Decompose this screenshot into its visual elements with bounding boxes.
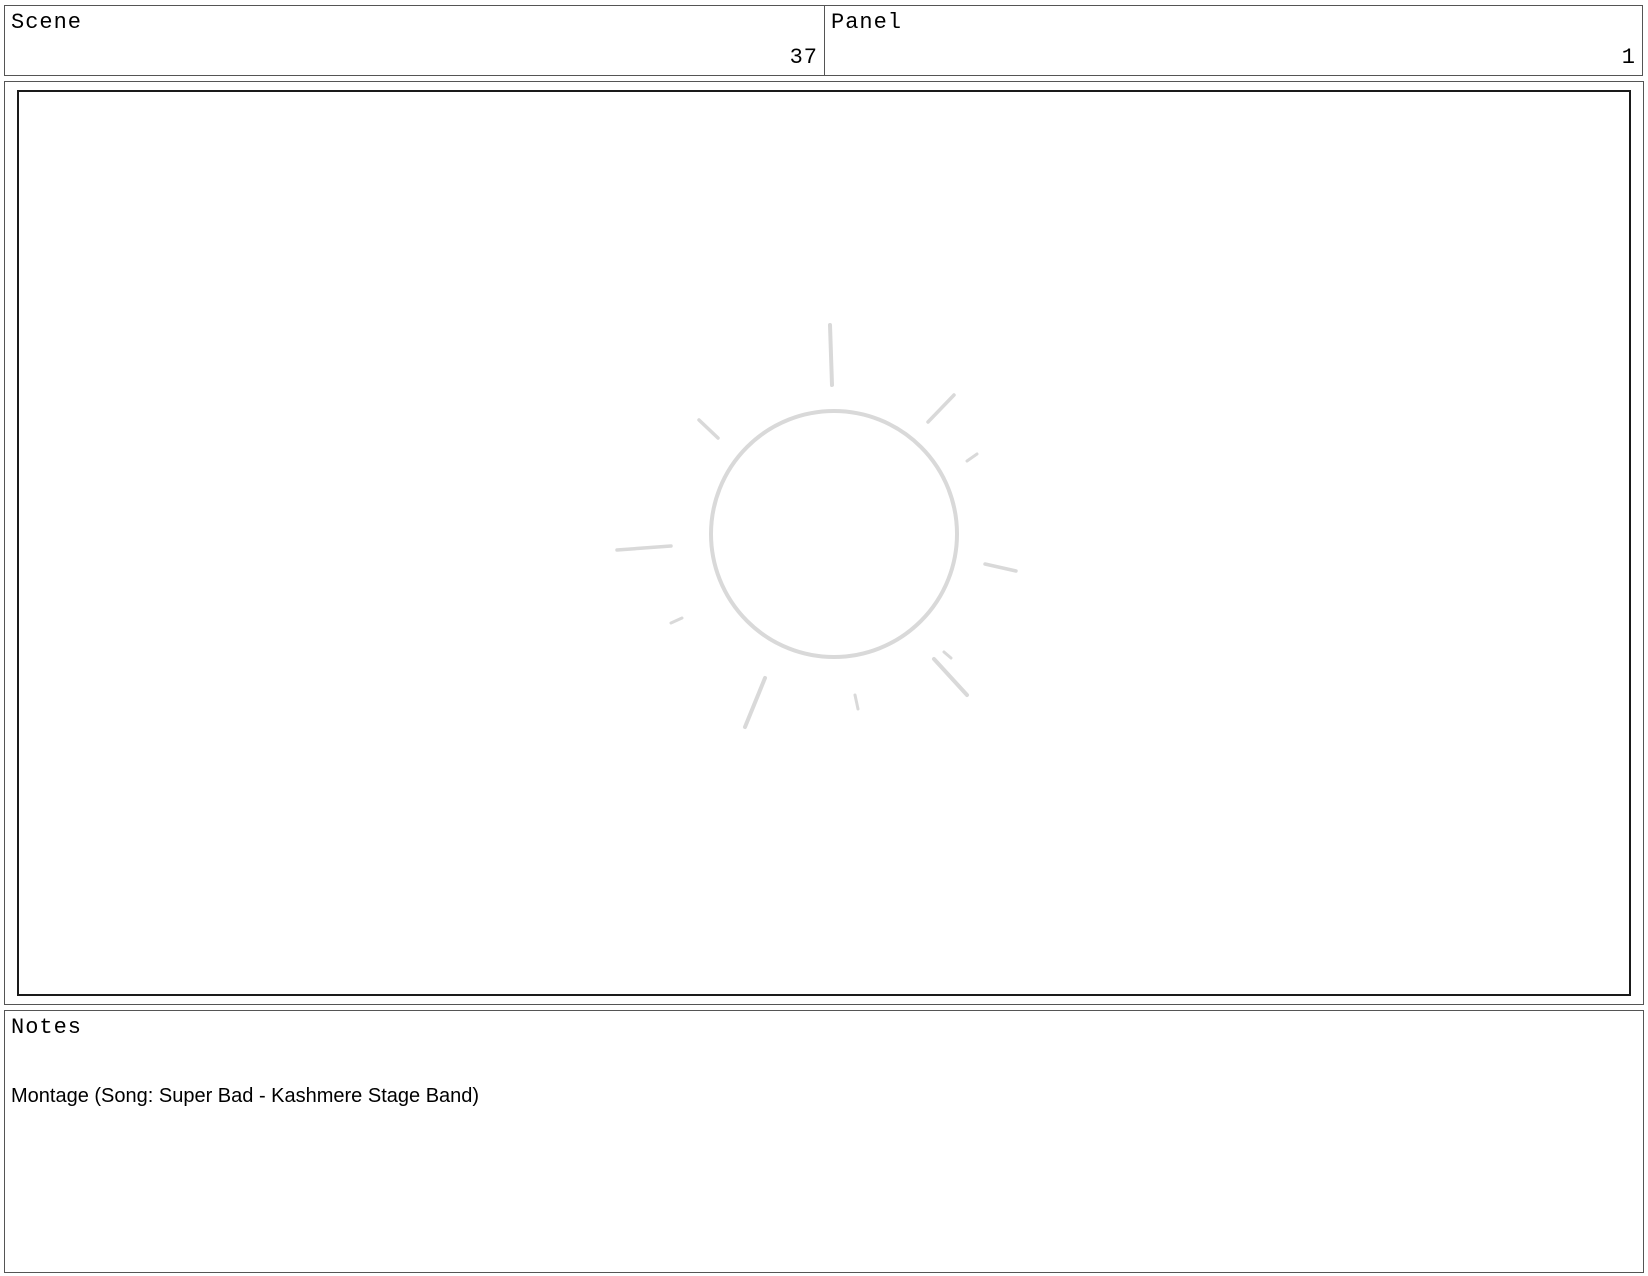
panel-label: Panel (831, 10, 903, 35)
sun-ray (942, 650, 953, 660)
sun-ray (932, 657, 969, 697)
sun-ray (743, 676, 767, 729)
panel-number: 1 (1621, 45, 1636, 70)
sun-ray (965, 452, 979, 463)
sun-circle (709, 409, 959, 659)
notes-field: Notes Montage (Song: Super Bad - Kashmer… (4, 1010, 1644, 1273)
scene-field: Scene 37 (4, 5, 825, 76)
sun-ray (926, 393, 956, 424)
sun-sketch-icon (615, 323, 1018, 729)
sun-ray (853, 693, 860, 711)
sun-ray (615, 544, 673, 552)
notes-label: Notes (11, 1015, 83, 1040)
sun-ray (669, 616, 684, 625)
sun-ray (697, 418, 720, 440)
scene-number: 37 (789, 45, 818, 70)
scene-label: Scene (11, 10, 83, 35)
panel-drawing-area (17, 90, 1631, 996)
sun-ray (983, 562, 1018, 573)
notes-text: Montage (Song: Super Bad - Kashmere Stag… (11, 1085, 480, 1107)
sun-ray (828, 323, 834, 387)
storyboard-frame (4, 81, 1644, 1005)
panel-field: Panel 1 (824, 5, 1643, 76)
